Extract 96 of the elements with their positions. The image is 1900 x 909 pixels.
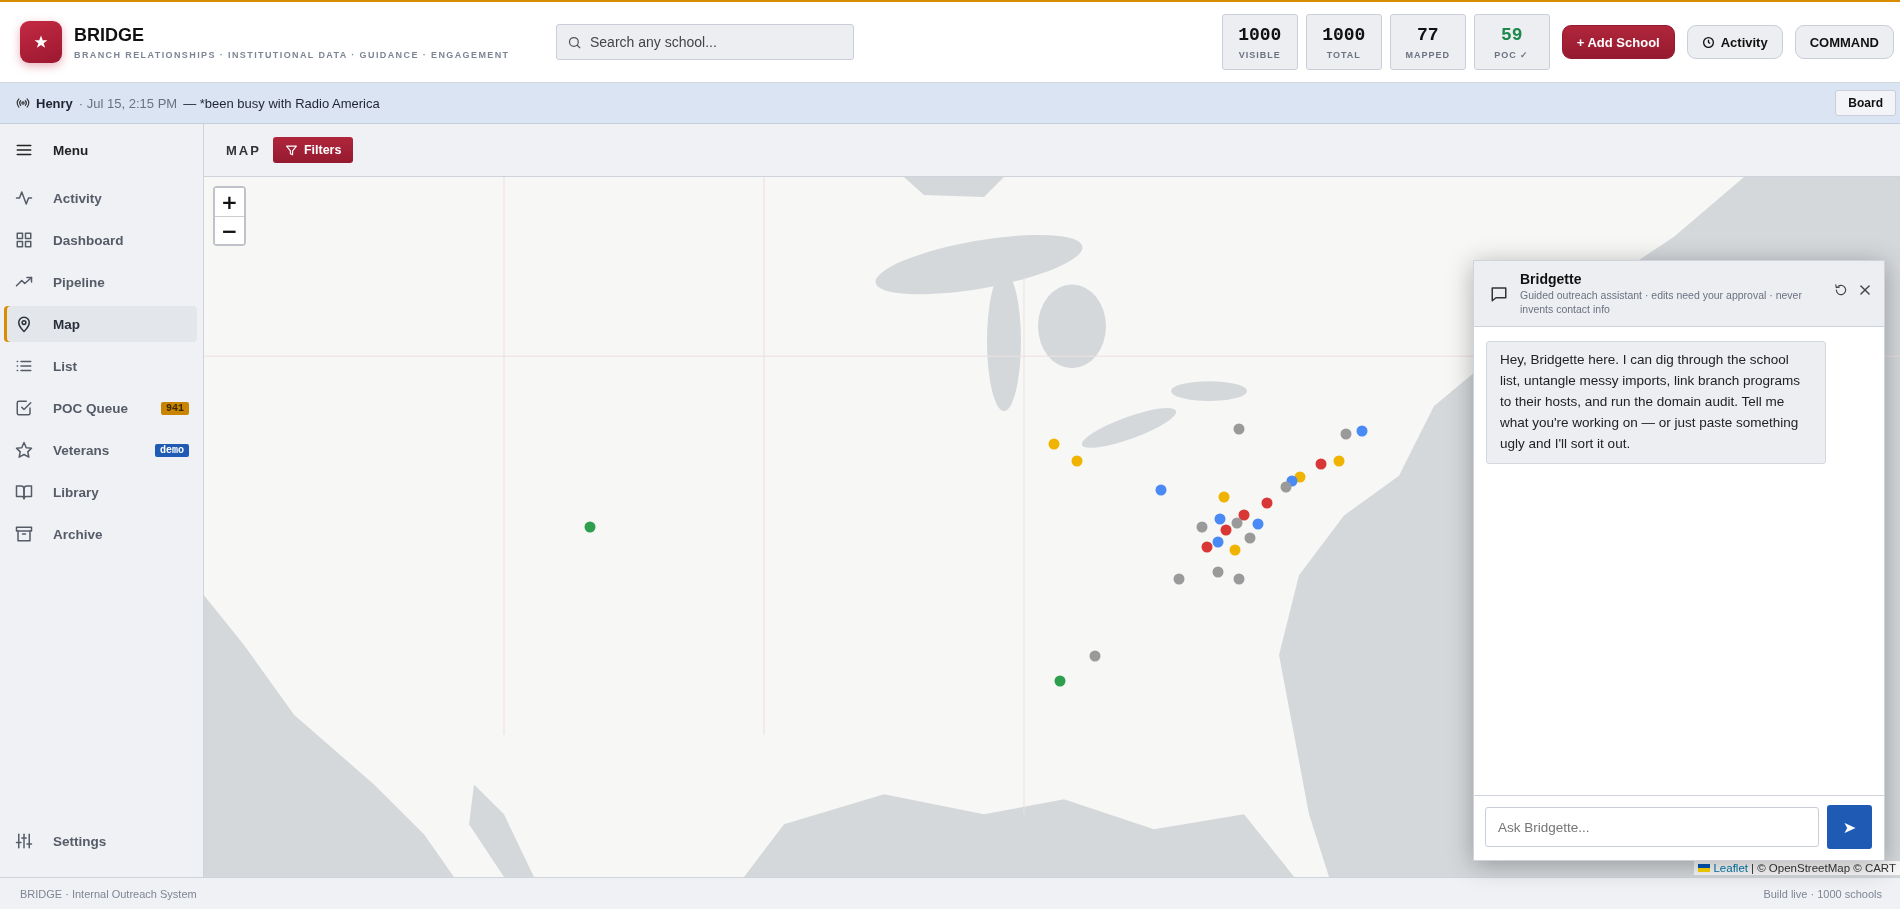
stat-value: 1000	[1322, 24, 1366, 45]
map-marker[interactable]	[1252, 518, 1264, 530]
sidebar-item[interactable]: Map	[4, 306, 197, 342]
sidebar-label: POC Queue	[53, 400, 129, 416]
checkbox-icon	[15, 399, 33, 417]
map-marker[interactable]	[1173, 573, 1185, 585]
chat-icon	[1490, 285, 1508, 303]
stat-label: POC ✓	[1494, 49, 1530, 60]
stat-label: VISIBLE	[1238, 49, 1281, 60]
logo-icon	[20, 21, 62, 63]
sidebar-label: List	[53, 358, 78, 374]
map-marker[interactable]	[1315, 458, 1327, 470]
flag-icon	[1698, 864, 1711, 872]
board-button[interactable]: Board	[1835, 90, 1896, 116]
sidebar-label: Veterans	[53, 442, 111, 458]
pulse-icon	[15, 189, 33, 207]
banner-time: · Jul 15, 2:15 PM	[78, 95, 178, 111]
map-marker[interactable]	[1155, 484, 1167, 496]
grid-icon	[15, 231, 33, 249]
map-marker[interactable]	[1280, 481, 1292, 493]
sidebar-label: Pipeline	[53, 274, 106, 290]
stat-value: 59	[1500, 24, 1523, 45]
funnel-icon	[284, 143, 298, 157]
stat-value: 1000	[1238, 24, 1282, 45]
filters-button[interactable]: Filters	[272, 137, 354, 163]
count-badge: demo	[155, 443, 189, 457]
map-marker[interactable]	[1212, 536, 1224, 548]
sidebar-label: Map	[53, 316, 81, 332]
map-marker[interactable]	[1244, 532, 1256, 544]
close-icon[interactable]	[1858, 283, 1872, 297]
sidebar-item[interactable]: Activity	[4, 180, 197, 216]
map-marker[interactable]	[1089, 650, 1101, 662]
banner-message: — *been busy with Radio America	[183, 95, 380, 111]
sidebar-item[interactable]: Archive	[4, 516, 197, 552]
sidebar-label: Library	[53, 484, 100, 500]
archive-icon	[15, 525, 33, 543]
search-icon	[567, 35, 582, 50]
sidebar-item[interactable]: List	[4, 348, 197, 384]
chat-input[interactable]: Ask Bridgette...	[1485, 807, 1819, 847]
map-marker[interactable]	[1218, 491, 1230, 503]
map-marker[interactable]	[1233, 423, 1245, 435]
menu-button[interactable]: Menu	[4, 132, 197, 168]
sidebar-item[interactable]: POC Queue 941	[4, 390, 197, 426]
map-marker[interactable]	[1196, 521, 1208, 533]
send-button[interactable]: ➤	[1827, 805, 1872, 849]
map-marker[interactable]	[1071, 455, 1083, 467]
stat-value: 77	[1416, 24, 1439, 45]
leaflet-link[interactable]: Leaflet	[1713, 862, 1748, 874]
clock-icon	[1701, 35, 1715, 49]
app-subtitle: BRANCH RELATIONSHIPS · INSTITUTIONAL DATA · GUIDANCE · ENGAGEMENT	[74, 49, 511, 60]
count-badge: 941	[161, 401, 189, 415]
map-marker[interactable]	[1233, 573, 1245, 585]
sidebar-label: Dashboard	[53, 232, 125, 248]
sliders-icon	[15, 832, 33, 850]
sidebar-item[interactable]: Pipeline	[4, 264, 197, 300]
app-title: BRIDGE	[74, 24, 145, 46]
sidebar-label: Activity	[53, 190, 103, 206]
map-marker[interactable]	[1261, 497, 1273, 509]
map-marker[interactable]	[1214, 513, 1226, 525]
chat-title: Bridgette	[1520, 271, 1583, 287]
map-marker[interactable]	[1340, 428, 1352, 440]
pin-icon	[15, 315, 33, 333]
chat-message: Hey, Bridgette here. I can dig through the school list, untangle messy imports, link branch programs to their hosts, and run the domain audit. Tell me what you're working on — or just paste something ugly and I'll sort it out.	[1486, 341, 1826, 464]
map-marker[interactable]	[1356, 425, 1368, 437]
map-marker[interactable]	[1212, 566, 1224, 578]
map-marker[interactable]	[1054, 675, 1066, 687]
map-marker[interactable]	[1229, 544, 1241, 556]
star-icon	[15, 441, 33, 459]
map-marker[interactable]	[584, 521, 596, 533]
sidebar-item[interactable]: Dashboard	[4, 222, 197, 258]
build-status: Build live · 1000 schools	[1763, 887, 1882, 900]
stat-label: MAPPED	[1405, 49, 1450, 60]
activity-button[interactable]: Activity	[1686, 25, 1783, 59]
map-marker[interactable]	[1231, 517, 1243, 529]
map-marker[interactable]	[1048, 438, 1060, 450]
page-title: MAP	[226, 142, 261, 158]
search-field[interactable]: Search any school...	[556, 24, 854, 60]
zoom-out-button[interactable]: −	[215, 216, 244, 244]
stat-label: TOTAL	[1326, 49, 1361, 60]
footer-text: BRIDGE · Internal Outreach System	[20, 887, 197, 900]
sidebar-item[interactable]: Veterans demo	[4, 432, 197, 468]
refresh-icon[interactable]	[1834, 283, 1848, 297]
settings-button[interactable]: Settings	[4, 823, 197, 859]
map-marker[interactable]	[1201, 541, 1213, 553]
map-marker[interactable]	[1333, 455, 1345, 467]
broadcast-icon	[16, 96, 30, 110]
book-icon	[15, 483, 33, 501]
sidebar-label: Archive	[53, 526, 104, 542]
add-school-button[interactable]: + Add School	[1561, 25, 1675, 59]
map-marker[interactable]	[1238, 509, 1250, 521]
banner-author: Henry	[36, 95, 73, 111]
chat-subtitle: Guided outreach assistant · edits need your approval · never invents contact info	[1520, 289, 1803, 317]
sidebar-item[interactable]: Library	[4, 474, 197, 510]
map-marker[interactable]	[1220, 524, 1232, 536]
command-button[interactable]: COMMAND	[1794, 25, 1894, 59]
attribution-text: | © OpenStreetMap © CART	[1751, 862, 1896, 874]
